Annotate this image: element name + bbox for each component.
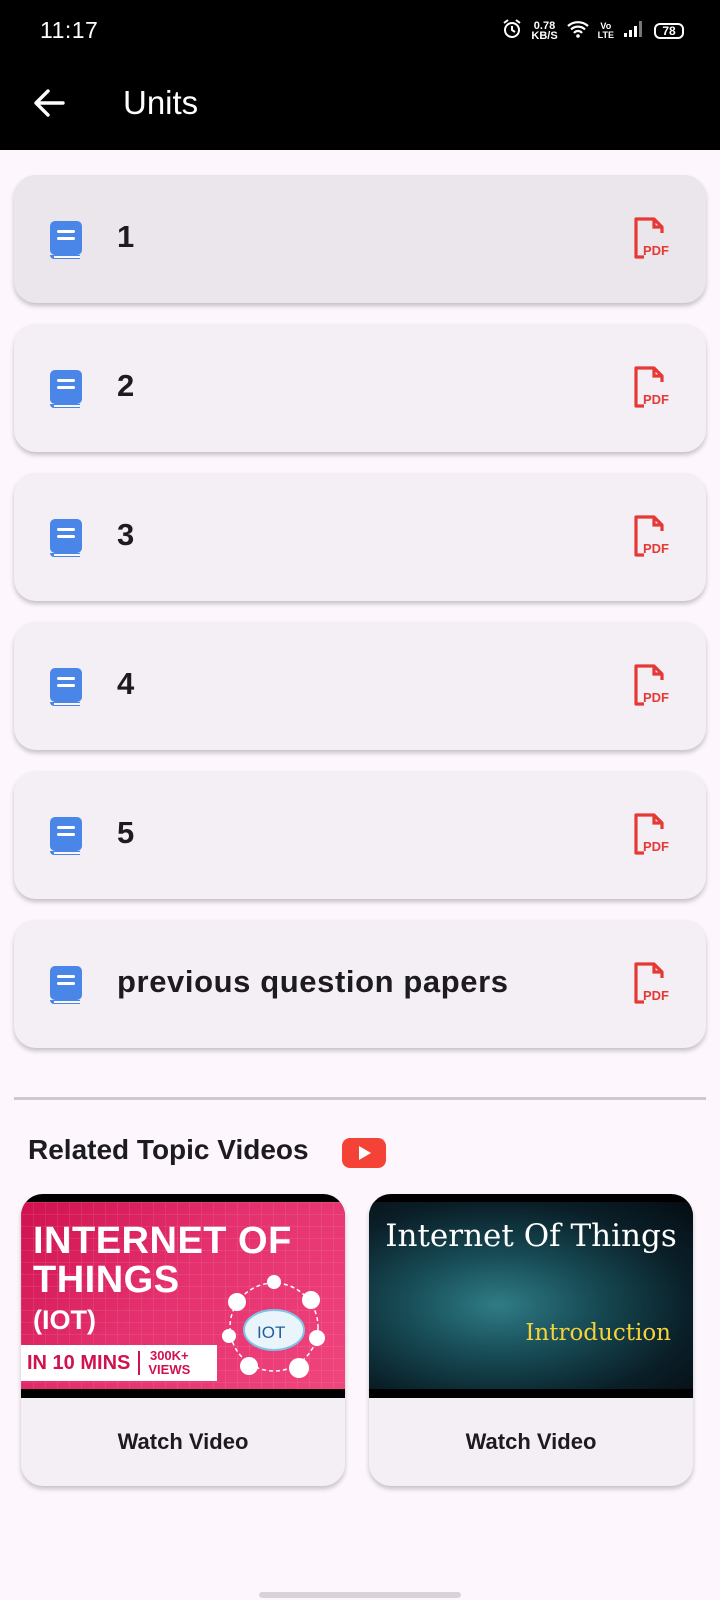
unit-label: 5 (117, 815, 135, 850)
status-bar: 11:17 0.78 KB/S Vo LTE 78 (0, 0, 720, 60)
unit-label: 1 (117, 219, 135, 254)
wifi-icon (566, 20, 589, 43)
arrow-back-icon (33, 88, 65, 122)
unit-card-4[interactable]: 4 PDF (14, 622, 706, 750)
volte-bottom: LTE (597, 30, 614, 40)
pdf-icon-text: PDF (643, 690, 669, 705)
unit-label: previous question papers (117, 964, 509, 999)
watch-video-button[interactable]: Watch Video (21, 1398, 345, 1486)
unit-card-5[interactable]: 5 PDF (14, 771, 706, 899)
unit-label: 4 (117, 666, 135, 701)
pdf-icon[interactable]: PDF (632, 960, 672, 1011)
pdf-icon-text: PDF (643, 243, 669, 258)
back-button[interactable] (30, 86, 68, 124)
thumbnail-separator (138, 1351, 141, 1375)
pdf-icon[interactable]: PDF (632, 364, 672, 415)
unit-card-1[interactable]: 1 PDF (14, 175, 706, 303)
video-card-2[interactable]: Internet Of Things Introduction Watch Vi… (369, 1194, 693, 1486)
thumbnail-subtitle: Introduction (525, 1320, 671, 1346)
thumbnail-image: Internet Of Things Introduction (369, 1202, 693, 1389)
thumbnail-image: INTERNET OF THINGS (IOT) IN 10 MINS 300K… (21, 1202, 345, 1389)
book-icon (48, 219, 84, 266)
app-bar: Units (0, 60, 720, 150)
pdf-icon[interactable]: PDF (632, 513, 672, 564)
video-thumbnail[interactable]: INTERNET OF THINGS (IOT) IN 10 MINS 300K… (21, 1194, 345, 1398)
alarm-icon (502, 18, 522, 44)
views-count: 300K+ (149, 1348, 189, 1363)
related-videos-title: Related Topic Videos (28, 1134, 309, 1165)
thumbnail-strip: IN 10 MINS 300K+ VIEWS (21, 1345, 217, 1381)
thumbnail-subtitle: (IOT) (33, 1305, 96, 1335)
network-speed: 0.78 KB/S (531, 21, 558, 42)
watch-video-button[interactable]: Watch Video (369, 1398, 693, 1486)
home-indicator[interactable] (259, 1592, 461, 1598)
video-thumbnail[interactable]: Internet Of Things Introduction (369, 1194, 693, 1398)
status-icons: 0.78 KB/S Vo LTE 78 (502, 18, 684, 44)
battery-level: 78 (662, 24, 676, 38)
page-title: Units (123, 84, 199, 121)
volte-indicator: Vo LTE (598, 22, 614, 40)
iot-badge-text: IOT (257, 1323, 285, 1342)
youtube-icon (342, 1138, 386, 1173)
status-time: 11:17 (40, 17, 99, 43)
battery-indicator: 78 (654, 23, 684, 39)
unit-card-previous-papers[interactable]: previous question papers PDF (14, 920, 706, 1048)
unit-card-3[interactable]: 3 PDF (14, 473, 706, 601)
pdf-icon-text: PDF (643, 541, 669, 556)
iot-cloud-icon: IOT (219, 1272, 329, 1387)
pdf-icon-text: PDF (643, 839, 669, 854)
unit-label: 3 (117, 517, 135, 552)
book-icon (48, 815, 84, 862)
section-divider (14, 1097, 706, 1100)
thumbnail-views: 300K+ VIEWS (148, 1349, 190, 1377)
pdf-icon-text: PDF (643, 988, 669, 1003)
thumbnail-duration: IN 10 MINS (27, 1351, 131, 1374)
thumbnail-line1: INTERNET OF (33, 1220, 292, 1262)
thumbnail-title: Internet Of Things (385, 1218, 677, 1254)
pdf-icon[interactable]: PDF (632, 811, 672, 862)
unit-label: 2 (117, 368, 135, 403)
views-label: VIEWS (148, 1362, 191, 1377)
video-card-1[interactable]: INTERNET OF THINGS (IOT) IN 10 MINS 300K… (21, 1194, 345, 1486)
unit-list: 1 PDF 2 PDF 3 PDF 4 PDF 5 PDF previous q… (14, 175, 706, 1069)
book-icon (48, 666, 84, 713)
pdf-icon-text: PDF (643, 392, 669, 407)
signal-icon (623, 20, 645, 43)
book-icon (48, 368, 84, 415)
pdf-icon[interactable]: PDF (632, 215, 672, 266)
book-icon (48, 517, 84, 564)
unit-card-2[interactable]: 2 PDF (14, 324, 706, 452)
book-icon (48, 964, 84, 1011)
network-speed-unit: KB/S (531, 30, 558, 42)
pdf-icon[interactable]: PDF (632, 662, 672, 713)
